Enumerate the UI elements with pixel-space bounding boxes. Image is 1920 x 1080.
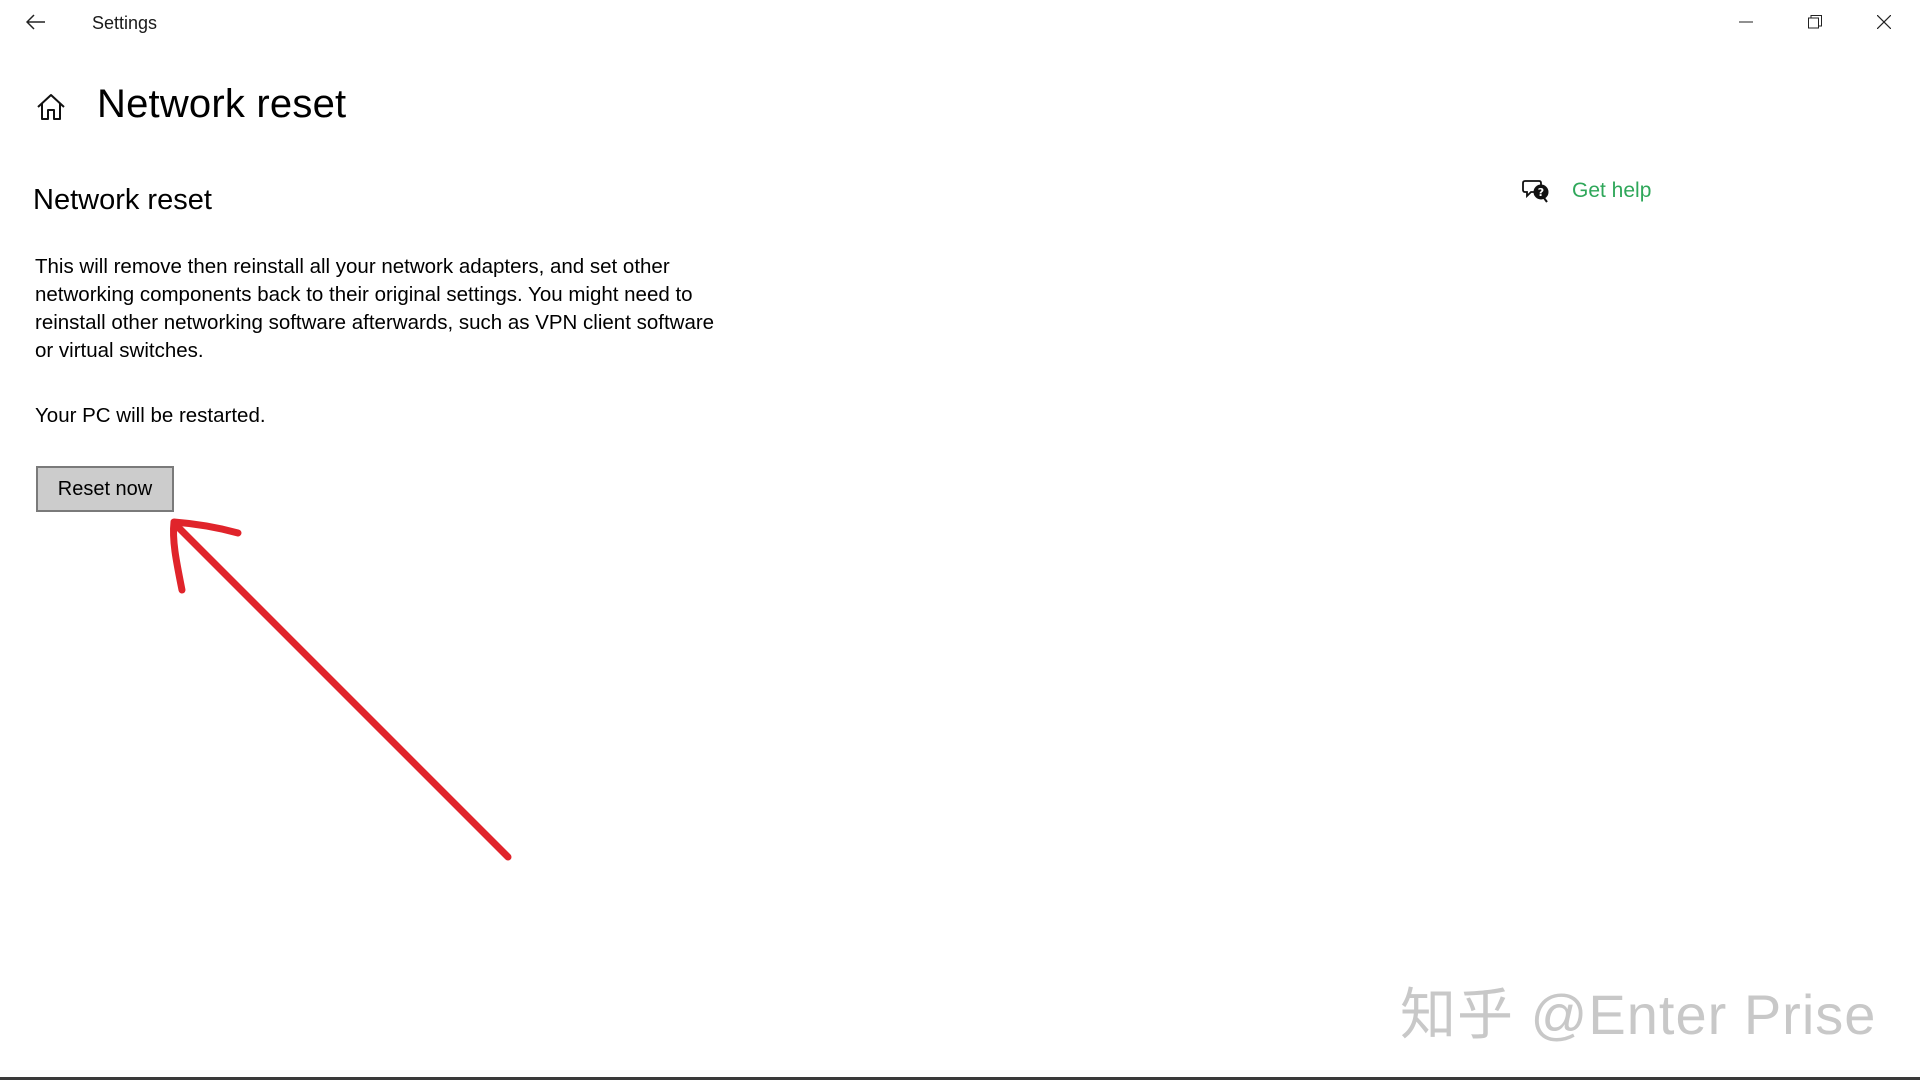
home-button[interactable] — [34, 92, 68, 126]
title-bar: Settings — [0, 0, 1920, 48]
svg-text:?: ? — [1538, 186, 1544, 199]
page-title: Network reset — [97, 82, 347, 126]
reset-now-button[interactable]: Reset now — [36, 466, 174, 512]
home-icon — [36, 92, 66, 127]
minimize-icon — [1739, 15, 1753, 34]
description-text: This will remove then reinstall all your… — [35, 255, 715, 362]
close-icon — [1876, 14, 1892, 34]
chat-question-icon: ? — [1520, 175, 1552, 207]
red-arrow-annotation — [170, 518, 512, 861]
minimize-button[interactable] — [1712, 0, 1780, 48]
restore-icon — [1808, 14, 1822, 34]
close-button[interactable] — [1850, 0, 1918, 48]
back-button[interactable] — [18, 8, 54, 40]
restore-button[interactable] — [1781, 0, 1849, 48]
get-help[interactable]: ? Get help — [1520, 174, 1651, 208]
back-arrow-icon — [25, 13, 46, 35]
app-title: Settings — [92, 13, 158, 33]
get-help-link[interactable]: Get help — [1572, 179, 1651, 203]
section-heading: Network reset — [33, 184, 212, 216]
watermark: 知乎 @Enter Prise — [1400, 983, 1877, 1046]
restart-note: Your PC will be restarted. — [35, 404, 266, 427]
